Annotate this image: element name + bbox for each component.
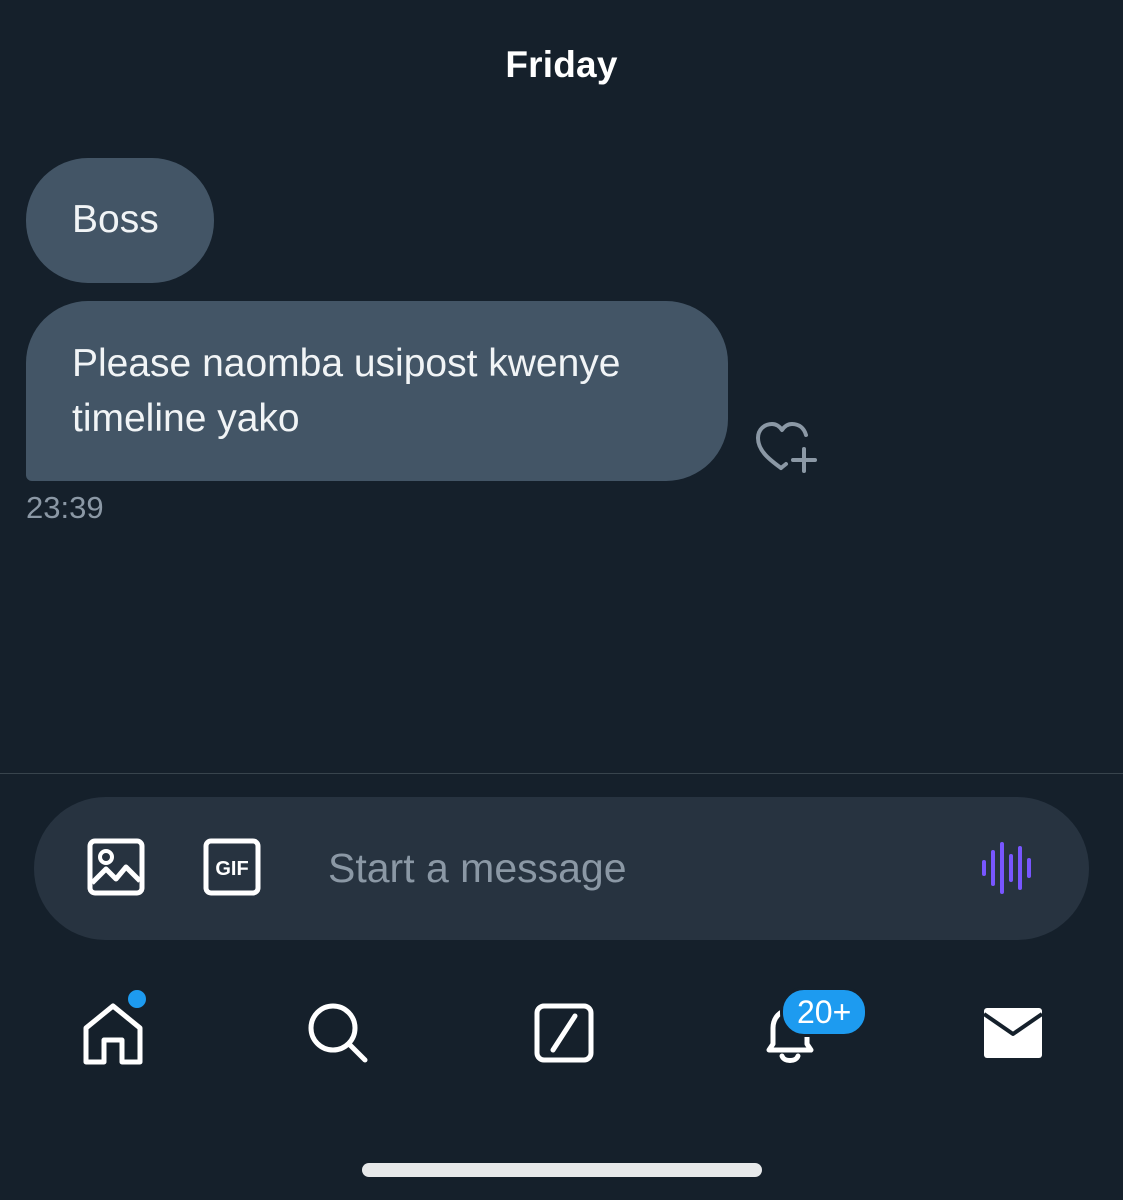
voice-wave-icon: [982, 842, 1031, 894]
tab-search[interactable]: [303, 998, 373, 1068]
dm-conversation-screen: Friday Boss Please naomba usipost kwenye…: [0, 0, 1123, 1200]
notifications-badge: 20+: [780, 987, 869, 1037]
add-image-button[interactable]: [86, 837, 146, 897]
gif-icon-label: GIF: [215, 858, 248, 880]
compose-icon: [534, 1003, 594, 1063]
message-bubble[interactable]: Please naomba usipost kwenye timeline ya…: [26, 301, 728, 481]
add-gif-button[interactable]: GIF: [202, 837, 262, 897]
message-composer: GIF: [34, 797, 1089, 940]
message-input[interactable]: [328, 833, 948, 903]
mail-icon: [982, 1008, 1044, 1058]
home-unread-dot: [126, 988, 148, 1010]
voice-message-button[interactable]: [978, 840, 1038, 896]
search-icon: [308, 1003, 368, 1063]
gif-icon: GIF: [203, 838, 261, 896]
heart-plus-icon: [756, 422, 817, 473]
home-indicator: [362, 1163, 762, 1177]
composer-divider: [0, 773, 1123, 774]
message-timestamp: 23:39: [26, 490, 104, 525]
tab-grok[interactable]: [529, 998, 599, 1068]
tab-messages[interactable]: [978, 998, 1048, 1068]
day-separator: Friday: [505, 44, 618, 85]
image-icon: [87, 838, 145, 896]
message-bubble[interactable]: Boss: [26, 158, 214, 283]
bottom-tab-bar: 20+: [0, 960, 1123, 1200]
add-reaction-button[interactable]: [750, 418, 822, 478]
